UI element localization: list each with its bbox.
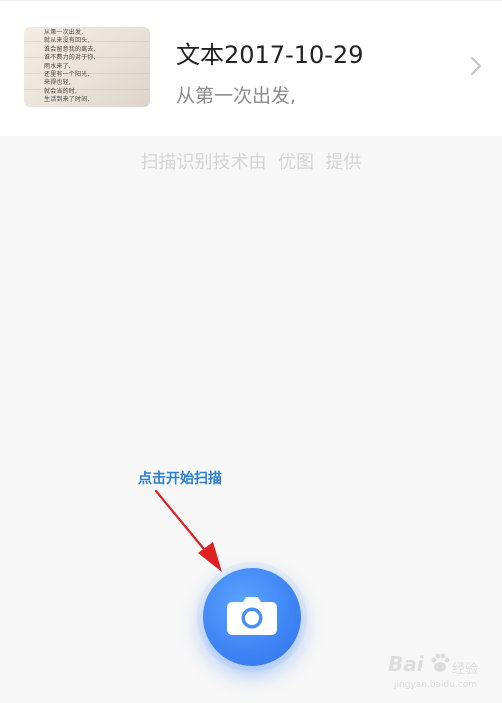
thumbnail-text: 从第一次出发, 就从来没有回头, 谁会留意我的离去, 谁不费力的对于你, 雨水来… xyxy=(44,29,96,104)
watermark-brand: Bai xyxy=(388,652,424,676)
document-preview: 从第一次出发, xyxy=(176,85,297,107)
document-thumbnail: 从第一次出发, 就从来没有回头, 谁会留意我的离去, 谁不费力的对于你, 雨水来… xyxy=(24,27,150,107)
paw-icon xyxy=(431,653,450,672)
document-title: 文本2017-10-29 xyxy=(176,41,364,69)
recent-scan-card[interactable]: 从第一次出发, 就从来没有回头, 谁会留意我的离去, 谁不费力的对于你, 雨水来… xyxy=(0,0,502,136)
baidu-watermark: Bai 经验 jingyan.baidu.com xyxy=(388,652,502,696)
watermark-url: jingyan.baidu.com xyxy=(394,680,478,690)
watermark-word: 经验 xyxy=(452,662,479,677)
camera-icon xyxy=(227,597,277,635)
ocr-credit-text: 扫描识别技术由 优图 提供 xyxy=(140,152,362,173)
chevron-right-icon[interactable] xyxy=(466,56,486,76)
start-scan-button[interactable] xyxy=(203,568,301,666)
annotation-label: 点击开始扫描 xyxy=(138,471,222,487)
